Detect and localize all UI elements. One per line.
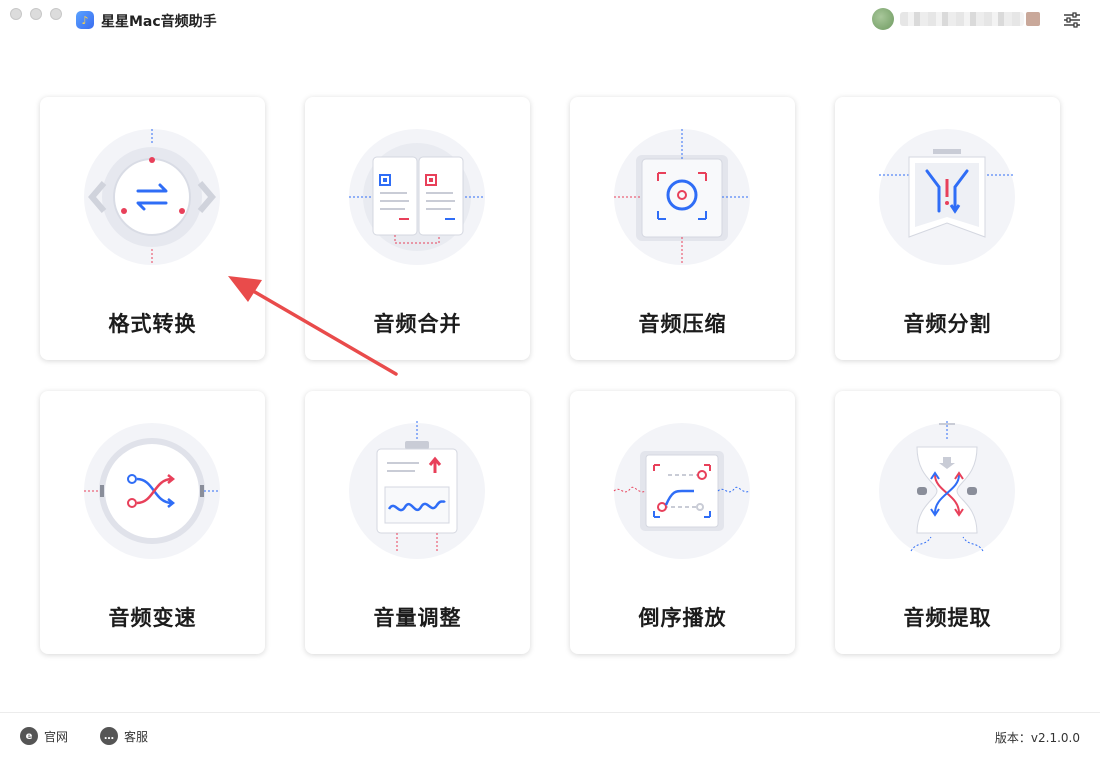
reverse-play-icon — [613, 423, 751, 559]
card-audio-merge[interactable]: 音频合并 — [305, 97, 530, 360]
volume-adjust-icon — [349, 421, 485, 559]
close-window-button[interactable] — [10, 8, 22, 20]
audio-speed-icon — [84, 423, 220, 559]
feature-grid: 格式转换 音频合并 音频压缩 音频分割 音频变速 音量调整 倒序播放 音频提取 — [40, 97, 1060, 654]
support-link[interactable]: … 客服 — [100, 727, 148, 745]
card-audio-speed[interactable]: 音频变速 — [40, 391, 265, 654]
card-label: 音量调整 — [373, 606, 462, 630]
format-convert-icon — [84, 129, 220, 265]
window-controls — [10, 8, 62, 20]
app-title: 星星Mac音频助手 — [101, 14, 217, 30]
card-reverse-play[interactable]: 倒序播放 — [570, 391, 795, 654]
version-text: 版本：v2.1.0.0 — [994, 731, 1080, 745]
user-avatar — [872, 8, 894, 30]
card-label: 音频合并 — [373, 312, 462, 336]
chat-bubble-icon: … — [100, 727, 118, 745]
user-name-blurred — [900, 12, 1024, 26]
audio-extract-icon — [879, 421, 1015, 559]
card-label: 音频压缩 — [638, 312, 727, 336]
card-audio-extract[interactable]: 音频提取 — [835, 391, 1060, 654]
card-volume-adjust[interactable]: 音量调整 — [305, 391, 530, 654]
user-name-blurred-end — [1026, 12, 1040, 26]
user-account[interactable] — [872, 8, 1040, 30]
footer: e 官网 … 客服 版本：v2.1.0.0 — [0, 712, 1100, 760]
card-audio-split[interactable]: 音频分割 — [835, 97, 1060, 360]
app-logo-icon: ♪ — [76, 11, 94, 29]
card-label: 音频变速 — [108, 606, 197, 630]
zoom-window-button[interactable] — [50, 8, 62, 20]
audio-split-icon — [879, 129, 1015, 265]
audio-merge-icon — [349, 129, 485, 265]
card-audio-compress[interactable]: 音频压缩 — [570, 97, 795, 360]
audio-compress-icon — [614, 129, 750, 265]
support-label: 客服 — [124, 729, 149, 744]
website-label: 官网 — [44, 729, 69, 744]
ie-browser-icon: e — [20, 727, 38, 745]
card-format-convert[interactable]: 格式转换 — [40, 97, 265, 360]
card-label: 音频提取 — [903, 606, 992, 630]
title-bar: ♪ 星星Mac音频助手 — [0, 0, 1100, 40]
settings-sliders-icon[interactable] — [1062, 10, 1082, 30]
card-label: 倒序播放 — [638, 606, 727, 630]
card-label: 格式转换 — [108, 312, 197, 336]
website-link[interactable]: e 官网 — [20, 727, 68, 745]
minimize-window-button[interactable] — [30, 8, 42, 20]
card-label: 音频分割 — [903, 312, 992, 336]
